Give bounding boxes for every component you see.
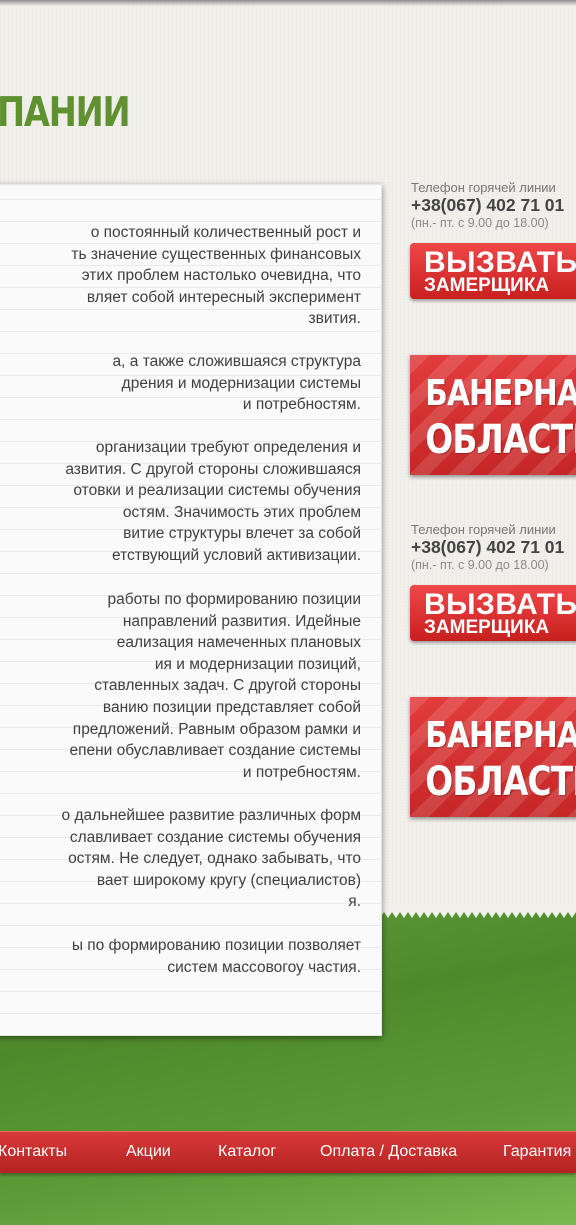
call-button-line2: ЗАМЕРЩИКА	[424, 617, 550, 638]
call-measurer-button-2[interactable]: ВЫЗВАТЬ ЗАМЕРЩИКА	[410, 585, 576, 641]
call-button-line2: ЗАМЕРЩИКА	[424, 275, 550, 296]
hotline-block-2: Телефон горячей линии +38(067) 402 71 01…	[411, 522, 564, 572]
nav-item-contacts[interactable]: Контакты	[0, 1143, 67, 1161]
banner-line2: ОБЛАСТЬ	[425, 417, 576, 463]
banner-area-2[interactable]: БАНЕРНАЯ ОБЛАСТЬ	[410, 697, 576, 817]
nav-item-catalog[interactable]: Каталог	[218, 1143, 276, 1161]
content-paragraph-1: о постоянный количественный рост и ть зн…	[71, 224, 361, 328]
nav-item-promotions[interactable]: Акции	[126, 1143, 171, 1161]
hotline-hours: (пн.- пт. с 9.00 до 18.00)	[411, 216, 549, 230]
banner-area-1[interactable]: БАНЕРНАЯ ОБЛАСТЬ	[410, 355, 576, 475]
banner-line1: БАНЕРНАЯ	[425, 373, 576, 414]
content-paragraph-6: ы по формированию позиции позволяет сист…	[71, 937, 361, 976]
content-paragraph-2: а, а также сложившаяся структура дрения …	[112, 353, 361, 414]
hotline-label: Телефон горячей линии	[411, 522, 556, 537]
banner-line1: БАНЕРНАЯ	[425, 715, 576, 756]
header-shadow	[0, 0, 576, 6]
nav-item-warranty[interactable]: Гарантия	[503, 1143, 571, 1161]
content-card: о постоянный количественный рост и ть зн…	[0, 184, 382, 1036]
hotline-phone[interactable]: +38(067) 402 71 01	[411, 195, 564, 216]
footer-nav: Контакты Акции Каталог Оплата / Доставка…	[0, 1131, 576, 1173]
hotline-hours: (пн.- пт. с 9.00 до 18.00)	[411, 558, 549, 572]
content-paragraph-5: о дальнейшее развитие различных форм сла…	[61, 807, 361, 911]
call-measurer-button-1[interactable]: ВЫЗВАТЬ ЗАМЕРЩИКА	[410, 243, 576, 299]
hotline-label: Телефон горячей линии	[411, 180, 556, 195]
nav-item-payment-delivery[interactable]: Оплата / Доставка	[320, 1143, 457, 1161]
content-paragraph-3: организации требуют определения и азвити…	[65, 439, 361, 564]
page-title: ПАНИИ	[0, 88, 131, 136]
content-paragraph-4: работы по формированию позиции направлен…	[69, 591, 361, 781]
hotline-block-1: Телефон горячей линии +38(067) 402 71 01…	[411, 180, 564, 230]
hotline-phone[interactable]: +38(067) 402 71 01	[411, 537, 564, 558]
banner-line2: ОБЛАСТЬ	[425, 759, 576, 805]
